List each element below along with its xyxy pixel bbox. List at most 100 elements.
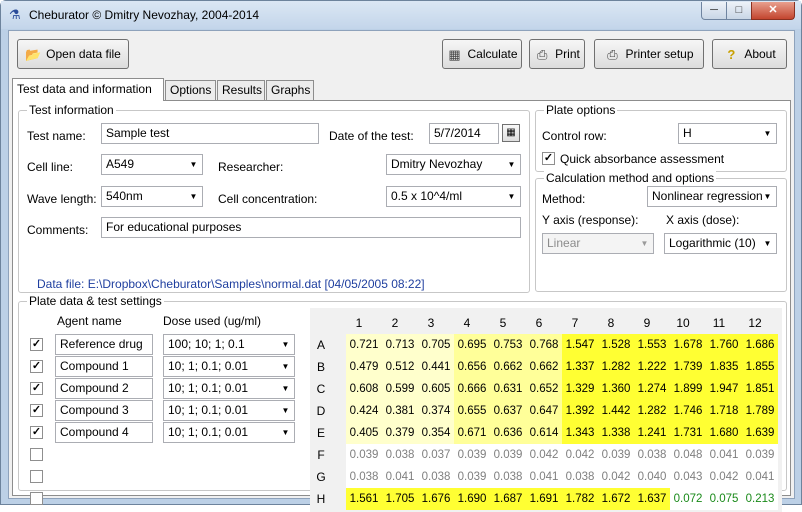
plate-cell[interactable]: 1.241: [634, 422, 670, 444]
agent-checkbox[interactable]: ✓: [30, 404, 43, 417]
plate-cell[interactable]: 1.686: [742, 334, 778, 356]
plate-cell[interactable]: 1.282: [634, 400, 670, 422]
plate-cell[interactable]: 1.442: [598, 400, 634, 422]
plate-cell[interactable]: 1.760: [706, 334, 742, 356]
agent-checkbox[interactable]: ✓: [30, 426, 43, 439]
plate-cell[interactable]: 0.041: [706, 444, 742, 466]
dose-select[interactable]: 10; 1; 0.1; 0.01 ▼: [163, 378, 295, 399]
agent-checkbox[interactable]: ✓: [30, 382, 43, 395]
printer-setup-button[interactable]: ⎙ Printer setup: [594, 39, 704, 69]
plate-cell[interactable]: 0.381: [382, 400, 418, 422]
agent-name-input[interactable]: Compound 1: [55, 356, 153, 377]
dose-select[interactable]: 10; 1; 0.1; 0.01 ▼: [163, 422, 295, 443]
plate-cell[interactable]: 0.647: [526, 400, 562, 422]
plate-cell[interactable]: 1.782: [562, 488, 598, 510]
maximize-button[interactable]: □: [726, 2, 752, 20]
print-button[interactable]: ⎙ Print: [529, 39, 585, 69]
plate-cell[interactable]: 0.039: [454, 444, 490, 466]
plate-cell[interactable]: 1.553: [634, 334, 670, 356]
plate-cell[interactable]: 0.424: [346, 400, 382, 422]
plate-cell[interactable]: 1.672: [598, 488, 634, 510]
plate-cell[interactable]: 0.512: [382, 356, 418, 378]
plate-cell[interactable]: 1.329: [562, 378, 598, 400]
plate-cell[interactable]: 1.547: [562, 334, 598, 356]
plate-cell[interactable]: 0.038: [346, 466, 382, 488]
plate-cell[interactable]: 1.678: [670, 334, 706, 356]
plate-cell[interactable]: 0.599: [382, 378, 418, 400]
cell-line-select[interactable]: A549 ▼: [101, 154, 203, 175]
plate-cell[interactable]: 0.695: [454, 334, 490, 356]
agent-name-input[interactable]: Compound 2: [55, 378, 153, 399]
method-select[interactable]: Nonlinear regression ▼: [647, 186, 777, 207]
close-button[interactable]: ✕: [751, 2, 795, 20]
plate-cell[interactable]: 1.639: [742, 422, 778, 444]
title-bar[interactable]: ⚗ Cheburator © Dmitry Nevozhay, 2004-201…: [1, 1, 801, 29]
plate-cell[interactable]: 1.282: [598, 356, 634, 378]
test-name-input[interactable]: Sample test: [101, 123, 319, 144]
plate-cell[interactable]: 0.040: [634, 466, 670, 488]
plate-cell[interactable]: 0.637: [490, 400, 526, 422]
plate-cell[interactable]: 0.379: [382, 422, 418, 444]
plate-cell[interactable]: 0.631: [490, 378, 526, 400]
minimize-button[interactable]: ─: [701, 2, 727, 20]
plate-cell[interactable]: 0.039: [454, 466, 490, 488]
plate-cell[interactable]: 1.835: [706, 356, 742, 378]
plate-cell[interactable]: 0.354: [418, 422, 454, 444]
plate-cell[interactable]: 0.039: [346, 444, 382, 466]
plate-cell[interactable]: 1.528: [598, 334, 634, 356]
plate-cell[interactable]: 0.043: [670, 466, 706, 488]
agent-name-input[interactable]: Compound 4: [55, 422, 153, 443]
plate-cell[interactable]: 0.042: [526, 444, 562, 466]
plate-cell[interactable]: 1.789: [742, 400, 778, 422]
plate-cell[interactable]: 1.561: [346, 488, 382, 510]
plate-cell[interactable]: 0.072: [670, 488, 706, 510]
plate-cell[interactable]: 1.691: [526, 488, 562, 510]
plate-cell[interactable]: 1.392: [562, 400, 598, 422]
agent-name-input[interactable]: Compound 3: [55, 400, 153, 421]
tab-results[interactable]: Results: [217, 80, 265, 100]
plate-cell[interactable]: 0.037: [418, 444, 454, 466]
calculate-button[interactable]: ▦ Calculate: [442, 39, 522, 69]
plate-cell[interactable]: 0.662: [526, 356, 562, 378]
plate-cell[interactable]: 0.041: [742, 466, 778, 488]
plate-cell[interactable]: 0.479: [346, 356, 382, 378]
plate-cell[interactable]: 0.656: [454, 356, 490, 378]
plate-cell[interactable]: 0.048: [670, 444, 706, 466]
plate-cell[interactable]: 0.652: [526, 378, 562, 400]
plate-cell[interactable]: 0.713: [382, 334, 418, 356]
plate-cell[interactable]: 0.213: [742, 488, 778, 510]
plate-cell[interactable]: 0.662: [490, 356, 526, 378]
open-data-file-button[interactable]: 📂 Open data file: [17, 39, 129, 69]
plate-cell[interactable]: 0.374: [418, 400, 454, 422]
agent-checkbox[interactable]: [30, 448, 43, 461]
plate-cell[interactable]: 1.222: [634, 356, 670, 378]
agent-checkbox[interactable]: [30, 492, 43, 505]
plate-cell[interactable]: 1.705: [382, 488, 418, 510]
plate-cell[interactable]: 0.039: [598, 444, 634, 466]
plate-cell[interactable]: 0.038: [634, 444, 670, 466]
dose-select[interactable]: 10; 1; 0.1; 0.01 ▼: [163, 356, 295, 377]
plate-cell[interactable]: 0.614: [526, 422, 562, 444]
plate-cell[interactable]: 0.075: [706, 488, 742, 510]
plate-cell[interactable]: 0.038: [418, 466, 454, 488]
plate-cell[interactable]: 0.042: [562, 444, 598, 466]
tab-graphs[interactable]: Graphs: [266, 80, 314, 100]
plate-cell[interactable]: 0.038: [562, 466, 598, 488]
plate-cell[interactable]: 0.605: [418, 378, 454, 400]
plate-cell[interactable]: 0.405: [346, 422, 382, 444]
plate-cell[interactable]: 1.687: [490, 488, 526, 510]
plate-cell[interactable]: 1.360: [598, 378, 634, 400]
plate-cell[interactable]: 1.947: [706, 378, 742, 400]
plate-cell[interactable]: 0.042: [706, 466, 742, 488]
quick-assessment-checkbox[interactable]: ✓: [542, 152, 555, 165]
plate-cell[interactable]: 1.343: [562, 422, 598, 444]
plate-cell[interactable]: 0.038: [490, 466, 526, 488]
plate-cell[interactable]: 0.666: [454, 378, 490, 400]
dose-select[interactable]: 100; 10; 1; 0.1 ▼: [163, 334, 295, 355]
dose-select[interactable]: 10; 1; 0.1; 0.01 ▼: [163, 400, 295, 421]
plate-cell[interactable]: 0.636: [490, 422, 526, 444]
plate-cell[interactable]: 1.680: [706, 422, 742, 444]
plate-cell[interactable]: 0.671: [454, 422, 490, 444]
x-axis-select[interactable]: Logarithmic (10) ▼: [664, 233, 777, 254]
plate-cell[interactable]: 1.899: [670, 378, 706, 400]
